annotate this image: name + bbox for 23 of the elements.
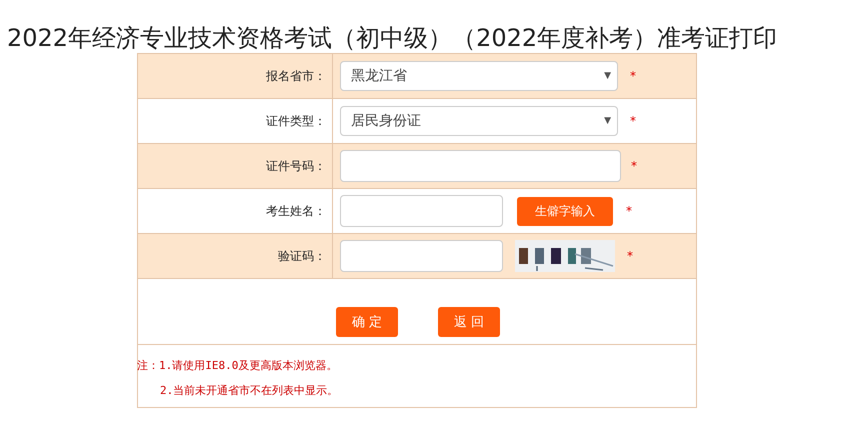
field-label: 证件号码： — [266, 158, 326, 174]
required-mark: * — [626, 204, 632, 218]
field-label: 考生姓名： — [266, 202, 326, 220]
action-button[interactable]: 确 定 — [336, 307, 398, 337]
dropdown[interactable]: 黑龙江省 ▼ — [340, 61, 618, 91]
note-text: 注：1.请使用IE8.0及更高版本浏览器。 — [137, 358, 338, 374]
input-field[interactable] — [340, 240, 503, 272]
required-mark: * — [630, 114, 636, 128]
required-mark: * — [631, 159, 637, 173]
dropdown[interactable]: 居民身份证 ▼ — [340, 106, 618, 136]
action-button[interactable]: 返 回 — [438, 307, 500, 337]
required-mark: * — [627, 249, 633, 263]
caret-icon: ▼ — [604, 71, 611, 81]
caret-icon: ▼ — [604, 116, 611, 126]
rare-character-button[interactable]: 生僻字输入 — [517, 196, 613, 226]
field-label: 证件类型： — [266, 112, 326, 130]
field-label: 验证码： — [278, 248, 326, 264]
input-field[interactable] — [340, 150, 621, 182]
required-mark: * — [630, 69, 636, 83]
field-label: 报名省市： — [266, 68, 326, 84]
page-title: 2022年经济专业技术资格考试（初中级）（2022年度补考）准考证打印 — [6, 23, 778, 53]
note-text: 2.当前未开通省市不在列表中显示。 — [159, 383, 340, 399]
input-field[interactable] — [340, 195, 503, 227]
